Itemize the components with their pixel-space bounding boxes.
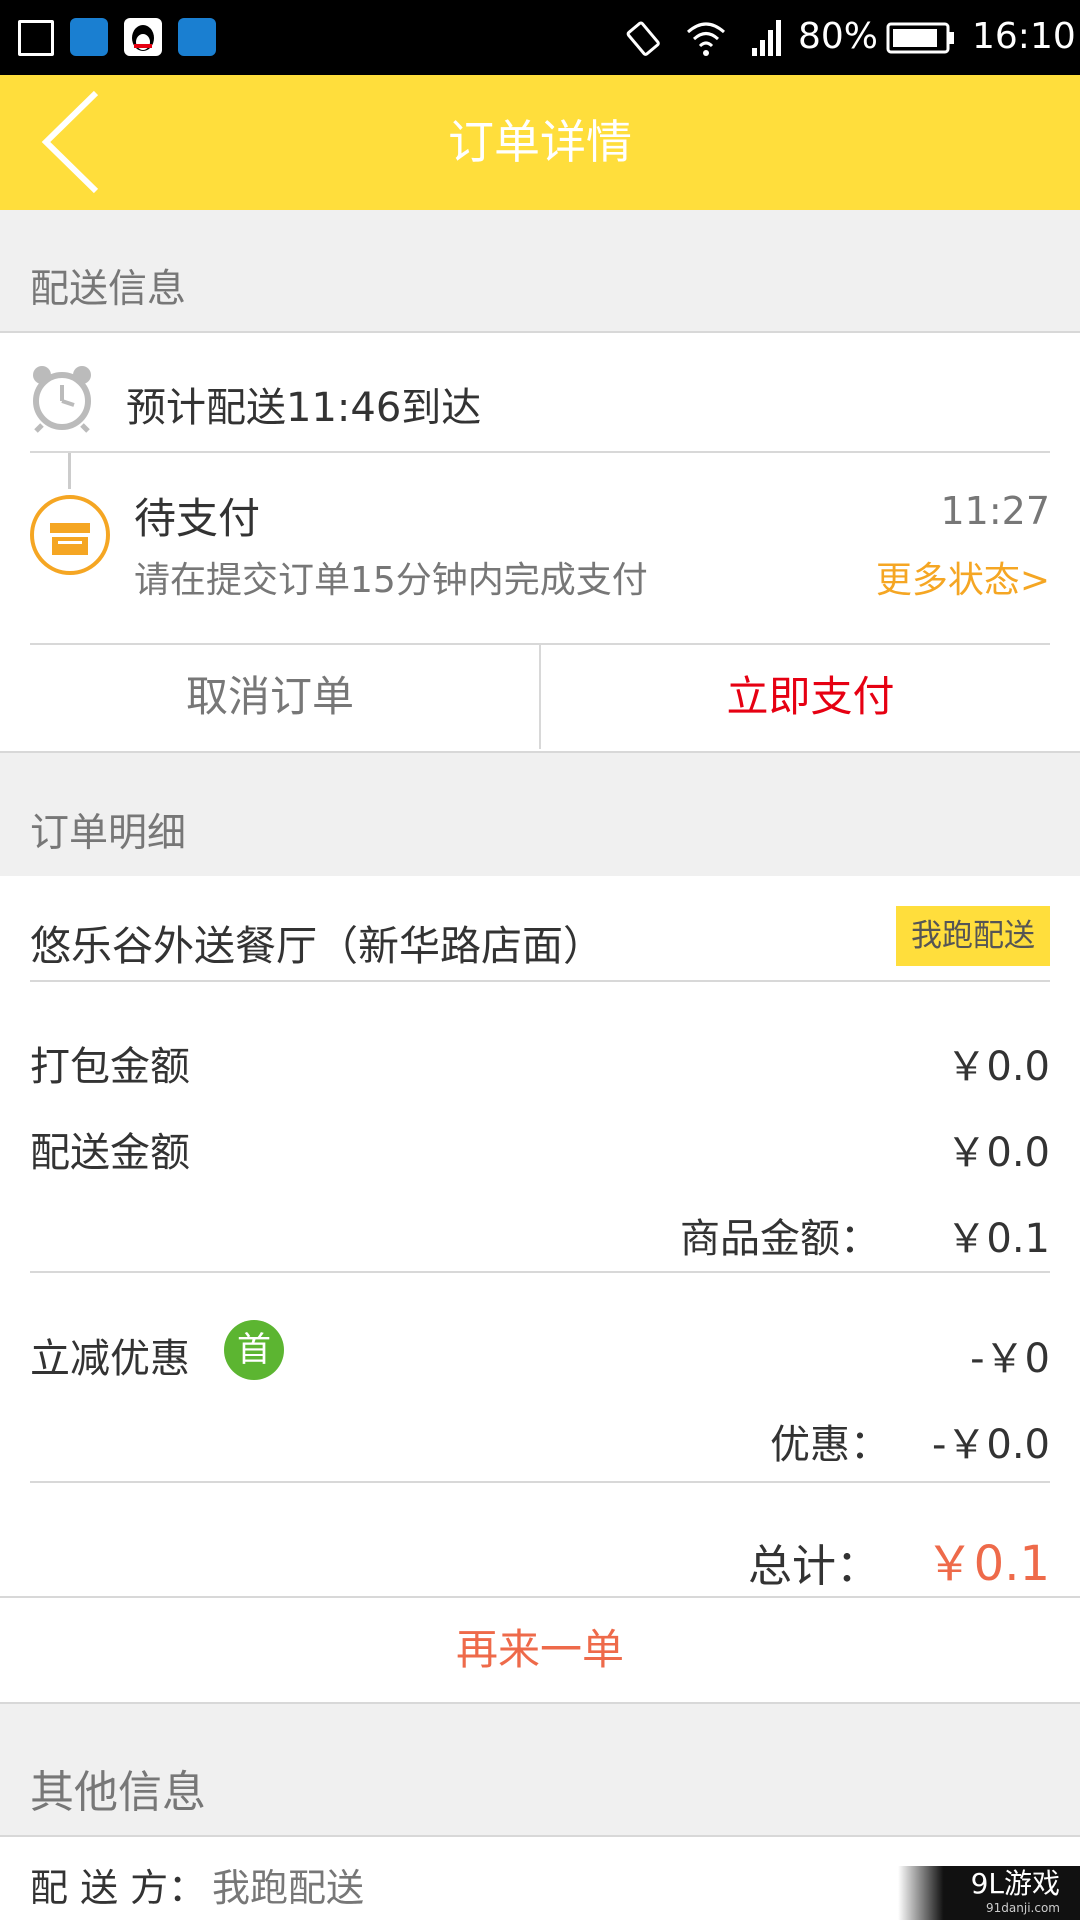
alarm-clock-icon [33,366,91,433]
pay-now-button[interactable]: 立即支付 [541,645,1080,749]
restaurant-name[interactable]: 悠乐谷外送餐厅（新华路店面） [30,912,604,972]
divider [0,751,1080,753]
discount-label: 立减优惠 [30,1336,190,1382]
total-discount-label: 优惠： [770,1422,890,1468]
delivery-fee-label: 配送金额 [30,1130,190,1176]
order-status-time: 11:27 [940,489,1050,533]
page-title: 订单详情 [448,115,632,169]
app-header: 订单详情 [0,75,1080,210]
section-title-delivery: 配送信息 [30,267,187,312]
first-order-badge: 首 [224,1320,284,1380]
watermark-brand: 9L游戏 [970,1867,1060,1900]
rotation-icon [626,21,660,56]
shop-icon [30,495,110,575]
battery-percent: 80% [798,16,879,57]
watermark-url: 91danji.com [986,1901,1060,1915]
goods-amount-label: 商品金额： [680,1216,880,1262]
order-card: 悠乐谷外送餐厅（新华路店面） 我跑配送 打包金额 ￥0.0 配送金额 ￥0.0 … [0,876,1080,1596]
clock: 16:10 [972,16,1076,57]
packing-fee-label: 打包金额 [30,1044,190,1090]
delivery-fee-value: ￥0.0 [946,1130,1050,1176]
timeline-connector [68,453,71,489]
app-notification-icon [178,18,216,56]
discount-value: -￥0 [970,1336,1050,1382]
divider [30,1481,1050,1483]
divider [0,1702,1080,1704]
eta-text: 预计配送11:46到达 [126,385,482,431]
app-notification-icon [70,18,108,56]
order-status-desc: 请在提交订单15分钟内完成支付 [134,560,648,601]
delivery-card: 预计配送11:46到达 待支付 11:27 请在提交订单15分钟内完成支付 更多… [0,333,1080,751]
cancel-order-button[interactable]: 取消订单 [0,645,540,749]
reorder-button[interactable]: 再来一单 [0,1598,1080,1702]
total-value: ￥0.1 [925,1536,1050,1592]
total-discount-value: -￥0.0 [931,1422,1050,1468]
deliverer-value: 我跑配送 [212,1866,365,1910]
more-status-link[interactable]: 更多状态> [876,551,1050,603]
status-bar: 80% 16:10 [0,0,1080,75]
watermark-logo: 9L游戏 91danji.com [898,1866,1080,1920]
qq-icon [124,18,162,56]
order-status-title: 待支付 [134,494,261,543]
section-title-order: 订单明细 [30,811,187,856]
wifi-icon [687,22,725,56]
battery-icon [886,22,954,54]
goods-amount-value: ￥0.1 [946,1216,1050,1262]
divider [30,980,1050,982]
divider [30,451,1050,453]
signal-icon [752,20,781,56]
packing-fee-value: ￥0.0 [946,1044,1050,1090]
total-label: 总计： [748,1541,880,1592]
section-title-other: 其他信息 [30,1767,206,1818]
divider [30,1271,1050,1273]
deliverer-label: 配 送 方： [30,1866,207,1910]
delivery-badge: 我跑配送 [896,906,1050,966]
screenshot-icon [18,20,54,56]
